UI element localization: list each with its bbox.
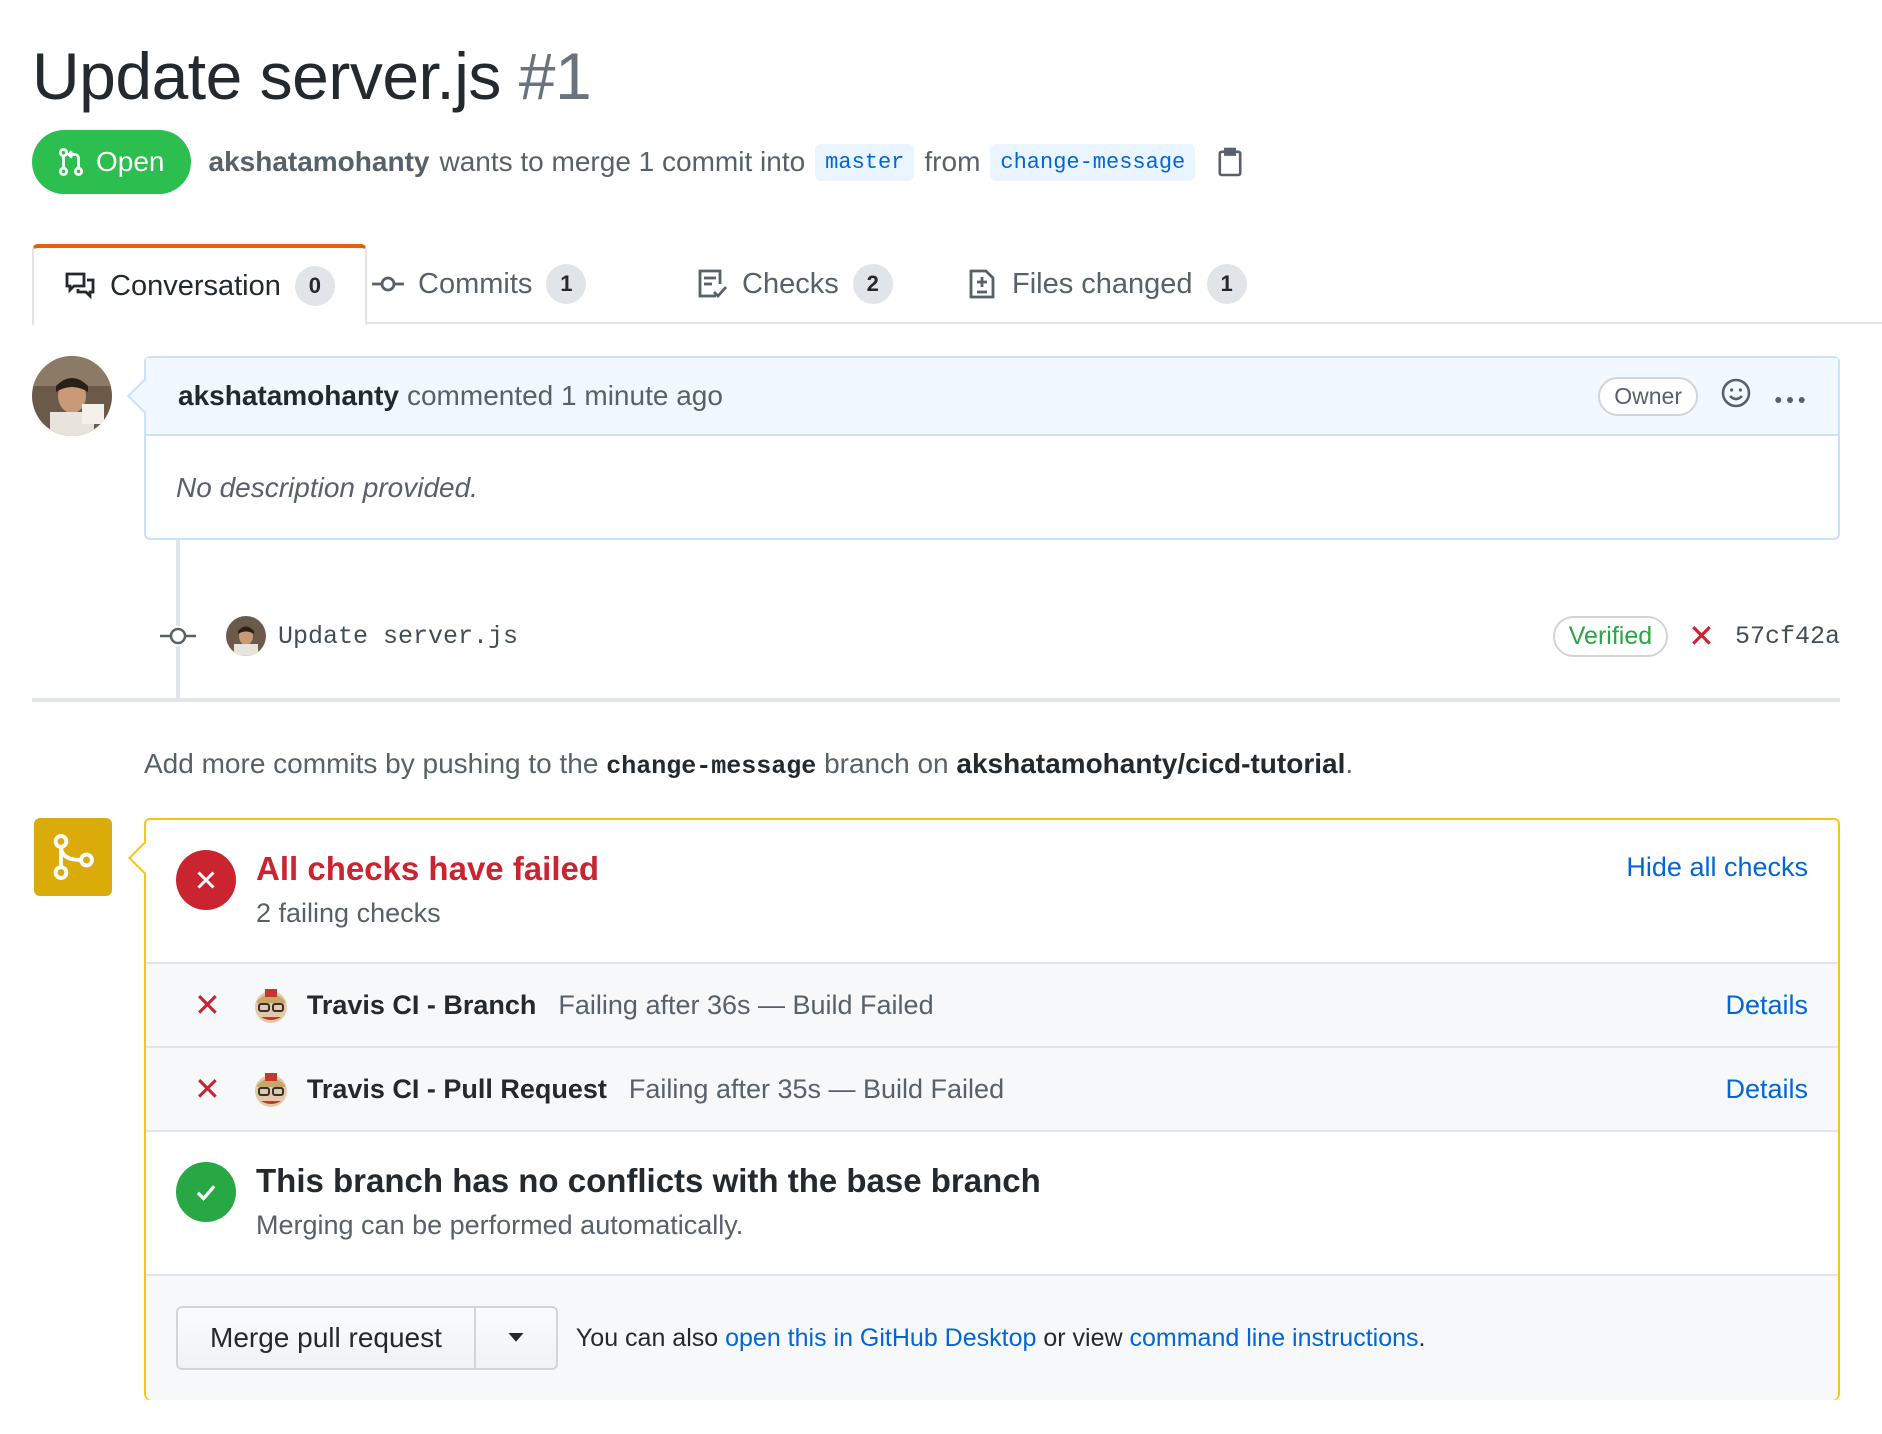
tab-label: Conversation xyxy=(110,269,281,302)
check-circle-icon xyxy=(176,1162,236,1222)
alt-text-2: or view xyxy=(1043,1323,1123,1352)
x-icon[interactable]: ✕ xyxy=(1688,620,1715,652)
commit-message-link[interactable]: Update server.js xyxy=(278,622,518,651)
comment-author-link[interactable]: akshatamohanty xyxy=(178,380,399,412)
clipboard-icon[interactable] xyxy=(1217,147,1243,177)
pr-meta: Open akshatamohanty wants to merge 1 com… xyxy=(32,130,1243,194)
push-note-prefix: Add more commits by pushing to the xyxy=(144,748,599,779)
conflicts-title: This branch has no conflicts with the ba… xyxy=(256,1162,1041,1199)
check-description: Failing after 36s — Build Failed xyxy=(558,989,934,1020)
alt-text-3: . xyxy=(1418,1323,1426,1352)
push-note-branch: change-message xyxy=(606,752,817,781)
timeline-commit: Update server.js Verified ✕ 57cf42a xyxy=(160,610,1840,662)
git-commit-icon xyxy=(160,626,196,646)
push-note-middle: branch on xyxy=(824,748,949,779)
tab-label: Commits xyxy=(418,267,533,300)
git-commit-icon xyxy=(372,276,404,292)
head-branch[interactable]: change-message xyxy=(990,143,1196,181)
open-in-desktop-link[interactable]: open this in GitHub Desktop xyxy=(725,1324,1036,1352)
details-link[interactable]: Details xyxy=(1725,1074,1808,1105)
push-note: Add more commits by pushing to the chang… xyxy=(144,748,1353,781)
owner-badge: Owner xyxy=(1598,376,1698,416)
check-name: Travis CI - Pull Request xyxy=(306,1073,607,1104)
smiley-icon[interactable] xyxy=(1720,377,1752,416)
tab-counter: 2 xyxy=(852,264,893,304)
check-name: Travis CI - Branch xyxy=(306,989,537,1020)
x-icon: ✕ xyxy=(194,987,221,1023)
caret-down-icon xyxy=(508,1333,524,1342)
checks-subtitle: 2 failing checks xyxy=(256,898,441,928)
kebab-menu-icon[interactable] xyxy=(1774,380,1806,412)
pr-title: Update server.js #1 xyxy=(32,38,592,114)
state-badge-open: Open xyxy=(32,130,191,194)
check-row: ✕ Travis CI - Branch Failing after 36s —… xyxy=(146,964,1838,1048)
commit-sha-link[interactable]: 57cf42a xyxy=(1735,622,1840,651)
git-merge-icon xyxy=(34,818,112,896)
details-link[interactable]: Details xyxy=(1725,990,1808,1021)
comment-discussion-icon xyxy=(65,272,95,300)
merge-actions: Merge pull request You can also open thi… xyxy=(146,1276,1838,1400)
merge-box: All checks have failed 2 failing checks … xyxy=(144,818,1840,1400)
merge-text: wants to merge 1 commit into xyxy=(439,146,806,177)
comment-body: No description provided. xyxy=(176,472,478,503)
tab-counter: 1 xyxy=(546,264,587,304)
tab-checks[interactable]: Checks 2 xyxy=(696,244,893,324)
conflicts-status: This branch has no conflicts with the ba… xyxy=(146,1132,1838,1276)
travis-ci-icon xyxy=(251,985,291,1025)
x-icon: ✕ xyxy=(194,1071,221,1107)
merge-pull-request-button[interactable]: Merge pull request xyxy=(178,1308,476,1368)
avatar[interactable] xyxy=(226,616,266,656)
pr-description-comment: akshatamohanty commented 1 minute ago Ow… xyxy=(144,356,1840,540)
alt-text-1: You can also xyxy=(575,1323,719,1352)
x-circle-icon xyxy=(176,850,236,910)
push-note-repo: akshatamohanty/cicd-tutorial xyxy=(956,748,1346,779)
checklist-icon xyxy=(698,269,728,299)
tab-conversation[interactable]: Conversation 0 xyxy=(32,244,367,326)
verified-badge[interactable]: Verified xyxy=(1552,615,1669,657)
hide-all-checks-link[interactable]: Hide all checks xyxy=(1626,852,1808,883)
checks-status: All checks have failed 2 failing checks … xyxy=(146,820,1838,964)
pr-title-text: Update server.js xyxy=(32,39,501,113)
comment-header: akshatamohanty commented 1 minute ago Ow… xyxy=(146,358,1838,436)
base-branch[interactable]: master xyxy=(815,143,915,181)
merge-alt-text: You can also open this in GitHub Desktop… xyxy=(576,1324,1426,1353)
diff-icon xyxy=(969,269,995,299)
checks-title: All checks have failed xyxy=(256,850,600,887)
tab-counter: 0 xyxy=(294,266,335,306)
pr-number: #1 xyxy=(518,39,592,113)
timeline-divider xyxy=(32,698,1840,702)
merge-method-dropdown[interactable] xyxy=(476,1308,556,1368)
tab-commits[interactable]: Commits 1 xyxy=(372,244,587,324)
state-label: Open xyxy=(96,146,165,177)
from-text: from xyxy=(924,146,981,177)
travis-ci-icon xyxy=(251,1069,291,1109)
conflicts-subtitle: Merging can be performed automatically. xyxy=(256,1210,744,1240)
comment-timestamp[interactable]: commented 1 minute ago xyxy=(407,380,723,412)
git-pull-request-icon xyxy=(58,148,84,176)
tab-counter: 1 xyxy=(1206,264,1247,304)
merge-button-group: Merge pull request xyxy=(176,1306,558,1370)
tab-label: Files changed xyxy=(1012,267,1193,300)
check-description: Failing after 35s — Build Failed xyxy=(628,1073,1005,1104)
avatar[interactable] xyxy=(32,356,112,436)
check-row: ✕ Travis CI - Pull Request Failing after… xyxy=(146,1048,1838,1132)
pr-tabs: Conversation 0 Commits 1 Checks 2 Files … xyxy=(32,244,1882,326)
push-note-suffix: . xyxy=(1345,748,1354,779)
tab-label: Checks xyxy=(742,267,839,300)
tab-files-changed[interactable]: Files changed 1 xyxy=(966,244,1247,324)
pr-author-link[interactable]: akshatamohanty xyxy=(209,146,430,178)
command-line-instructions-link[interactable]: command line instructions xyxy=(1129,1324,1418,1352)
